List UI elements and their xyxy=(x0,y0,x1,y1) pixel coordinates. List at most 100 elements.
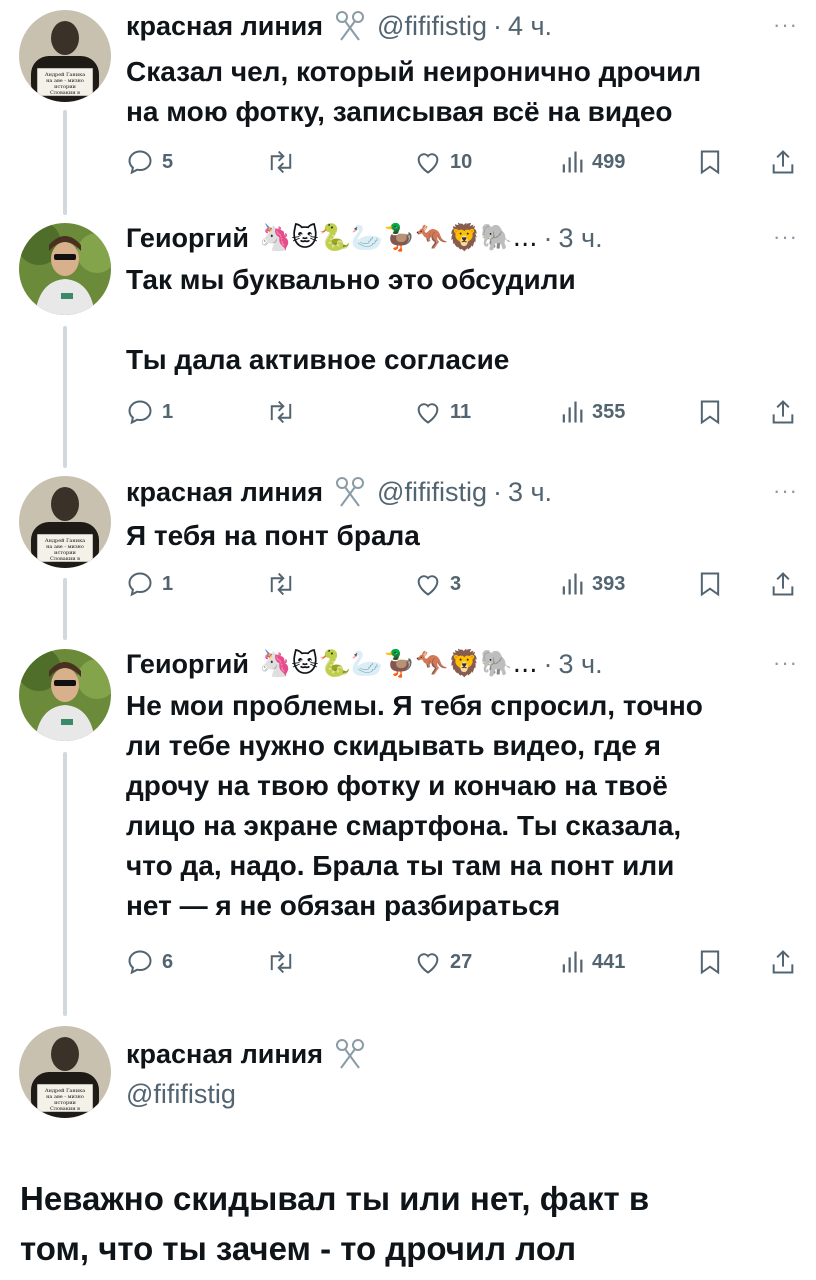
timestamp[interactable]: 3 ч. xyxy=(508,477,552,508)
heart-icon xyxy=(417,403,439,424)
author-handle[interactable]: @fififistig xyxy=(126,1079,236,1110)
views-icon xyxy=(562,573,583,595)
avatar[interactable]: Андрей Ганика на аве - мизно истории Сло… xyxy=(19,1026,111,1118)
bookmark-icon xyxy=(700,572,720,597)
separator-dot: · xyxy=(543,648,553,679)
views-icon xyxy=(562,151,583,173)
more-options-icon[interactable]: ··· xyxy=(773,12,798,38)
more-options-icon[interactable]: ··· xyxy=(773,650,798,676)
tweet-actions: 5 10 499 xyxy=(126,142,806,182)
retweet-icon xyxy=(270,400,292,424)
bookmark-button[interactable] xyxy=(698,942,722,982)
view-count: 355 xyxy=(592,400,626,423)
separator-dot: · xyxy=(543,222,553,253)
like-count: 27 xyxy=(450,950,473,973)
share-icon xyxy=(772,572,794,596)
scissors-icon xyxy=(333,475,367,509)
views-button[interactable]: 441 xyxy=(560,942,625,982)
share-button[interactable] xyxy=(770,142,796,182)
share-button[interactable] xyxy=(770,392,796,432)
bookmark-icon xyxy=(700,950,720,975)
view-count: 499 xyxy=(592,150,626,173)
views-button[interactable]: 355 xyxy=(560,392,625,432)
svg-text:Словакии в: Словакии в xyxy=(50,1106,80,1112)
bookmark-button[interactable] xyxy=(698,142,722,182)
view-count: 393 xyxy=(592,572,626,595)
heart-icon xyxy=(417,575,439,596)
like-button[interactable]: 10 xyxy=(414,142,472,182)
reply-icon xyxy=(128,400,152,425)
tweet-actions: 1 11 355 xyxy=(126,392,806,432)
more-options-icon[interactable]: ··· xyxy=(773,478,798,504)
avatar[interactable] xyxy=(19,223,111,315)
retweet-button[interactable] xyxy=(266,942,296,982)
more-options-icon[interactable]: ··· xyxy=(773,224,798,250)
author-emojis: 🦄🐱🐍🦢🦆🦘🦁🐘... xyxy=(258,223,538,253)
views-button[interactable]: 393 xyxy=(560,564,625,604)
share-button[interactable] xyxy=(770,942,796,982)
reply-button[interactable]: 1 xyxy=(126,392,173,432)
scissors-icon xyxy=(333,1037,367,1071)
avatar[interactable]: Андрей Ганика на аве - мизно истории Сло… xyxy=(19,10,111,102)
thread-line xyxy=(63,326,67,468)
bookmark-button[interactable] xyxy=(698,392,722,432)
timestamp[interactable]: 3 ч. xyxy=(559,223,603,254)
bookmark-icon xyxy=(700,150,720,175)
like-count: 10 xyxy=(450,150,473,173)
reply-count: 5 xyxy=(162,150,174,173)
scissors-icon xyxy=(333,9,367,43)
avatar[interactable]: Андрей Ганика на аве - мизно истории Сло… xyxy=(19,476,111,568)
reply-button[interactable]: 5 xyxy=(126,142,173,182)
avatar[interactable] xyxy=(19,649,111,741)
views-icon xyxy=(562,401,583,423)
tweet-header: красная линия xyxy=(126,1034,367,1074)
author-handle[interactable]: @fififistig xyxy=(377,477,487,508)
author-name[interactable]: красная линия xyxy=(126,11,323,42)
tweet-actions: 1 3 393 xyxy=(126,564,806,604)
author-name[interactable]: Геиоргий xyxy=(126,649,249,680)
author-name[interactable]: красная линия xyxy=(126,477,323,508)
views-button[interactable]: 499 xyxy=(560,142,625,182)
thread-line xyxy=(63,578,67,640)
heart-icon xyxy=(417,153,439,174)
share-icon xyxy=(772,950,794,974)
tweet-actions: 6 27 441 xyxy=(126,942,806,982)
reply-button[interactable]: 1 xyxy=(126,564,173,604)
share-button[interactable] xyxy=(770,564,796,604)
reply-button[interactable]: 6 xyxy=(126,942,173,982)
reply-count: 6 xyxy=(162,950,174,973)
retweet-button[interactable] xyxy=(266,564,296,604)
retweet-button[interactable] xyxy=(266,392,296,432)
svg-text:Словакии в: Словакии в xyxy=(50,556,80,562)
retweet-icon xyxy=(270,572,292,596)
bookmark-icon xyxy=(700,400,720,425)
author-name[interactable]: Геиоргий xyxy=(126,223,249,254)
retweet-icon xyxy=(270,150,292,174)
retweet-button[interactable] xyxy=(266,142,296,182)
timestamp[interactable]: 3 ч. xyxy=(559,649,603,680)
heart-icon xyxy=(417,953,439,974)
reply-count: 1 xyxy=(162,572,174,595)
views-icon xyxy=(562,951,583,973)
like-button[interactable]: 3 xyxy=(414,564,461,604)
tweet-header: Геиоргий 🦄🐱🐍🦢🦆🦘🦁🐘... · 3 ч. xyxy=(126,218,603,258)
share-icon xyxy=(772,150,794,174)
tweet-header: красная линия @fififistig · 3 ч. xyxy=(126,472,552,512)
author-handle-row: @fififistig xyxy=(126,1074,236,1114)
tweet-text: Сказал чел, который неиронично дрочил на… xyxy=(126,56,702,127)
view-count: 441 xyxy=(592,950,626,973)
bookmark-button[interactable] xyxy=(698,564,722,604)
author-emojis: 🦄🐱🐍🦢🦆🦘🦁🐘... xyxy=(258,649,538,679)
author-name[interactable]: красная линия xyxy=(126,1039,323,1070)
thread-line xyxy=(63,752,67,1016)
timestamp[interactable]: 4 ч. xyxy=(508,11,552,42)
like-button[interactable]: 27 xyxy=(414,942,472,982)
like-button[interactable]: 11 xyxy=(414,392,471,432)
retweet-icon xyxy=(270,950,292,974)
separator-dot: · xyxy=(492,10,502,41)
main-tweet-text: Неважно скидывал ты или нет, факт в том,… xyxy=(20,1180,650,1267)
reply-count: 1 xyxy=(162,400,174,423)
author-handle[interactable]: @fififistig xyxy=(377,11,487,42)
reply-icon xyxy=(128,950,152,975)
like-count: 3 xyxy=(450,572,462,595)
